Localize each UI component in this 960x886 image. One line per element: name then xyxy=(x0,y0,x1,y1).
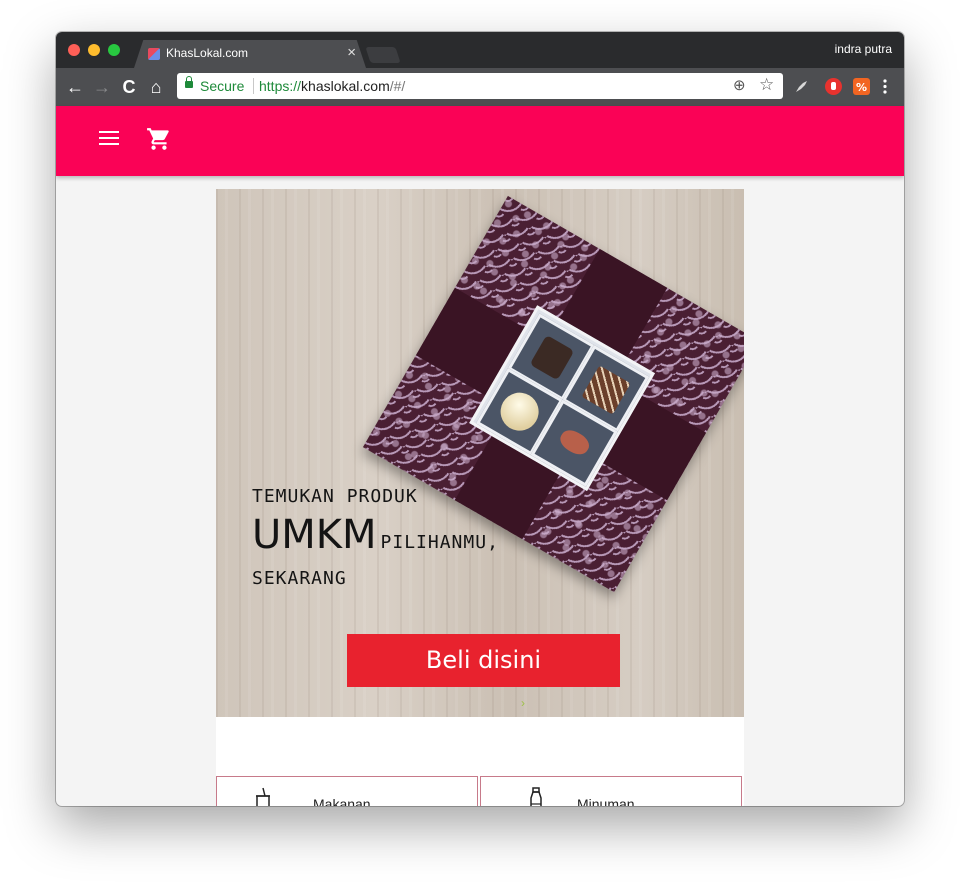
url-scheme: https:// xyxy=(259,78,302,94)
secure-label: Secure xyxy=(200,78,245,94)
tab-title: KhasLokal.com xyxy=(166,46,249,60)
adblock-icon[interactable] xyxy=(825,78,842,95)
hero-headline-line3: SEKARANG xyxy=(252,568,347,589)
url-host: khaslokal.com xyxy=(301,78,390,94)
lock-icon xyxy=(185,76,193,88)
window-minimize-button[interactable] xyxy=(88,44,100,56)
app-header xyxy=(56,106,904,176)
reload-button[interactable]: C xyxy=(118,76,140,98)
window-close-button[interactable] xyxy=(68,44,80,56)
food-icon xyxy=(256,787,270,806)
url-text[interactable]: https://khaslokal.com/#/ xyxy=(259,78,405,94)
browser-toolbar: ← → C ⌂ Secure https://khaslokal.com/#/ … xyxy=(56,68,904,106)
profile-name[interactable]: indra putra xyxy=(835,42,892,56)
category-label: Makanan xyxy=(313,796,371,806)
buy-here-button[interactable]: Beli disini xyxy=(347,634,620,687)
category-label: Minuman xyxy=(577,796,635,806)
home-button[interactable]: ⌂ xyxy=(145,76,167,98)
url-path: /#/ xyxy=(389,78,406,94)
browser-window: KhasLokal.com × indra putra ← → C ⌂ Secu… xyxy=(56,32,904,806)
cart-icon[interactable] xyxy=(146,126,172,152)
menu-icon[interactable] xyxy=(99,131,119,147)
hero-headline-line1: TEMUKAN PRODUK xyxy=(252,486,418,507)
forward-button[interactable]: → xyxy=(91,76,113,98)
bookmark-star-icon[interactable]: ☆ xyxy=(759,75,774,95)
new-tab-button[interactable] xyxy=(365,47,401,63)
hero-small-word: PILIHANMU, xyxy=(380,532,499,553)
hero-big-word: UMKM xyxy=(252,512,377,558)
back-button[interactable]: ← xyxy=(64,76,86,98)
more-icon[interactable] xyxy=(880,78,890,95)
hero-banner[interactable]: TEMUKAN PRODUK UMKM PILIHANMU, SEKARANG B… xyxy=(216,189,744,717)
svg-text:%: % xyxy=(856,81,867,94)
favicon-icon xyxy=(148,48,160,60)
divider xyxy=(253,78,254,94)
address-bar[interactable]: Secure https://khaslokal.com/#/ ⊕ ☆ xyxy=(177,73,783,99)
tab-close-icon[interactable]: × xyxy=(347,44,356,61)
window-maximize-button[interactable] xyxy=(108,44,120,56)
category-item-minuman[interactable]: Minuman xyxy=(480,776,742,806)
zoom-icon[interactable]: ⊕ xyxy=(733,76,746,94)
slider-next-icon[interactable]: › xyxy=(521,696,525,710)
bottle-icon xyxy=(530,787,542,806)
rocket-icon[interactable] xyxy=(793,78,810,95)
title-bar: KhasLokal.com × indra putra xyxy=(56,32,904,68)
category-item-makanan[interactable]: Makanan xyxy=(216,776,478,806)
page-content: TEMUKAN PRODUK UMKM PILIHANMU, SEKARANG B… xyxy=(216,189,744,806)
extension-icon[interactable]: % xyxy=(853,78,870,95)
hero-headline-line2: UMKM PILIHANMU, xyxy=(252,512,499,558)
browser-tab[interactable]: KhasLokal.com × xyxy=(134,40,366,68)
